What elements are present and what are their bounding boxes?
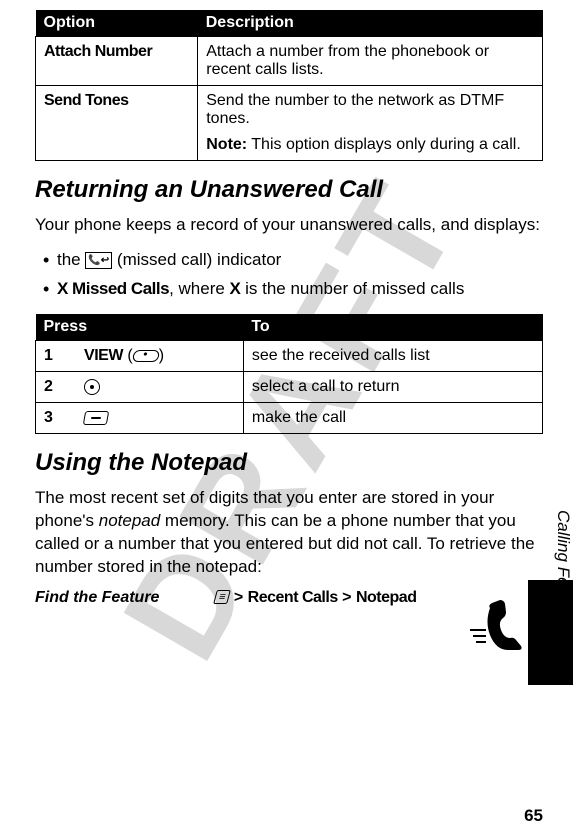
options-row-attach-number: Attach Number Attach a number from the p… [36, 37, 543, 86]
nav-key-icon [84, 379, 100, 395]
body-italic: notepad [99, 511, 160, 530]
step-to: make the call [243, 402, 542, 433]
step-row-1: 1 VIEW () see the received calls list [36, 340, 543, 371]
bullet-middle: , where [169, 279, 229, 298]
steps-table: Press To 1 VIEW () see the received call… [35, 314, 543, 434]
path-separator: > [234, 589, 248, 606]
find-feature-label: Find the Feature [35, 589, 215, 607]
call-key-icon [83, 411, 109, 425]
missed-call-icon: 📞↩ [85, 252, 112, 269]
bullet-list: the 📞↩ (missed call) indicator X Missed … [35, 247, 543, 302]
bullet-bold: X Missed Calls [57, 279, 169, 298]
path-item: Recent Calls [248, 589, 338, 606]
bullet-missed-call-indicator: the 📞↩ (missed call) indicator [35, 247, 543, 273]
options-row-send-tones: Send Tones Send the number to the networ… [36, 86, 543, 161]
options-header-description: Description [198, 10, 543, 37]
heading-notepad: Using the Notepad [35, 449, 543, 477]
page-number: 65 [524, 806, 543, 826]
step-to: select a call to return [243, 371, 542, 402]
step-num: 2 [36, 371, 77, 402]
soft-key-icon [132, 350, 160, 362]
step-press: VIEW () [76, 340, 243, 371]
menu-key-icon: ≡ [213, 590, 231, 604]
phone-handset-icon [468, 600, 523, 650]
intro-text: Your phone keeps a record of your unansw… [35, 214, 543, 237]
view-label: VIEW [84, 347, 123, 364]
options-header-option: Option [36, 10, 198, 37]
step-num: 1 [36, 340, 77, 371]
note-text: This option displays only during a call. [247, 136, 521, 153]
bullet-prefix: the [57, 250, 85, 269]
heading-returning-call: Returning an Unanswered Call [35, 176, 543, 204]
step-num: 3 [36, 402, 77, 433]
paren-open: ( [123, 347, 133, 364]
step-to: see the received calls list [243, 340, 542, 371]
bullet-x-missed-calls: X Missed Calls, where X is the number of… [35, 276, 543, 302]
description-line: Send the number to the network as DTMF t… [206, 92, 534, 128]
page-content: Option Description Attach Number Attach … [35, 10, 543, 607]
bullet-bold2: X [230, 279, 241, 298]
path-item: Notepad [356, 589, 417, 606]
path-separator: > [342, 589, 356, 606]
step-press [76, 402, 243, 433]
paren-close: ) [159, 347, 164, 364]
find-feature-row: Find the Feature ≡ > Recent Calls > Note… [35, 589, 543, 607]
bullet-suffix: (missed call) indicator [112, 250, 281, 269]
step-row-2: 2 select a call to return [36, 371, 543, 402]
steps-header-press: Press [36, 314, 244, 341]
option-name: Send Tones [36, 86, 198, 161]
steps-header-to: To [243, 314, 542, 341]
options-table: Option Description Attach Number Attach … [35, 10, 543, 161]
option-description: Attach a number from the phonebook or re… [198, 37, 543, 86]
note-label: Note: [206, 136, 247, 153]
option-name: Attach Number [36, 37, 198, 86]
notepad-body: The most recent set of digits that you e… [35, 487, 543, 579]
option-description: Send the number to the network as DTMF t… [198, 86, 543, 161]
bullet-suffix: is the number of missed calls [240, 279, 464, 298]
step-press [76, 371, 243, 402]
step-row-3: 3 make the call [36, 402, 543, 433]
description-note: Note: This option displays only during a… [206, 136, 534, 154]
